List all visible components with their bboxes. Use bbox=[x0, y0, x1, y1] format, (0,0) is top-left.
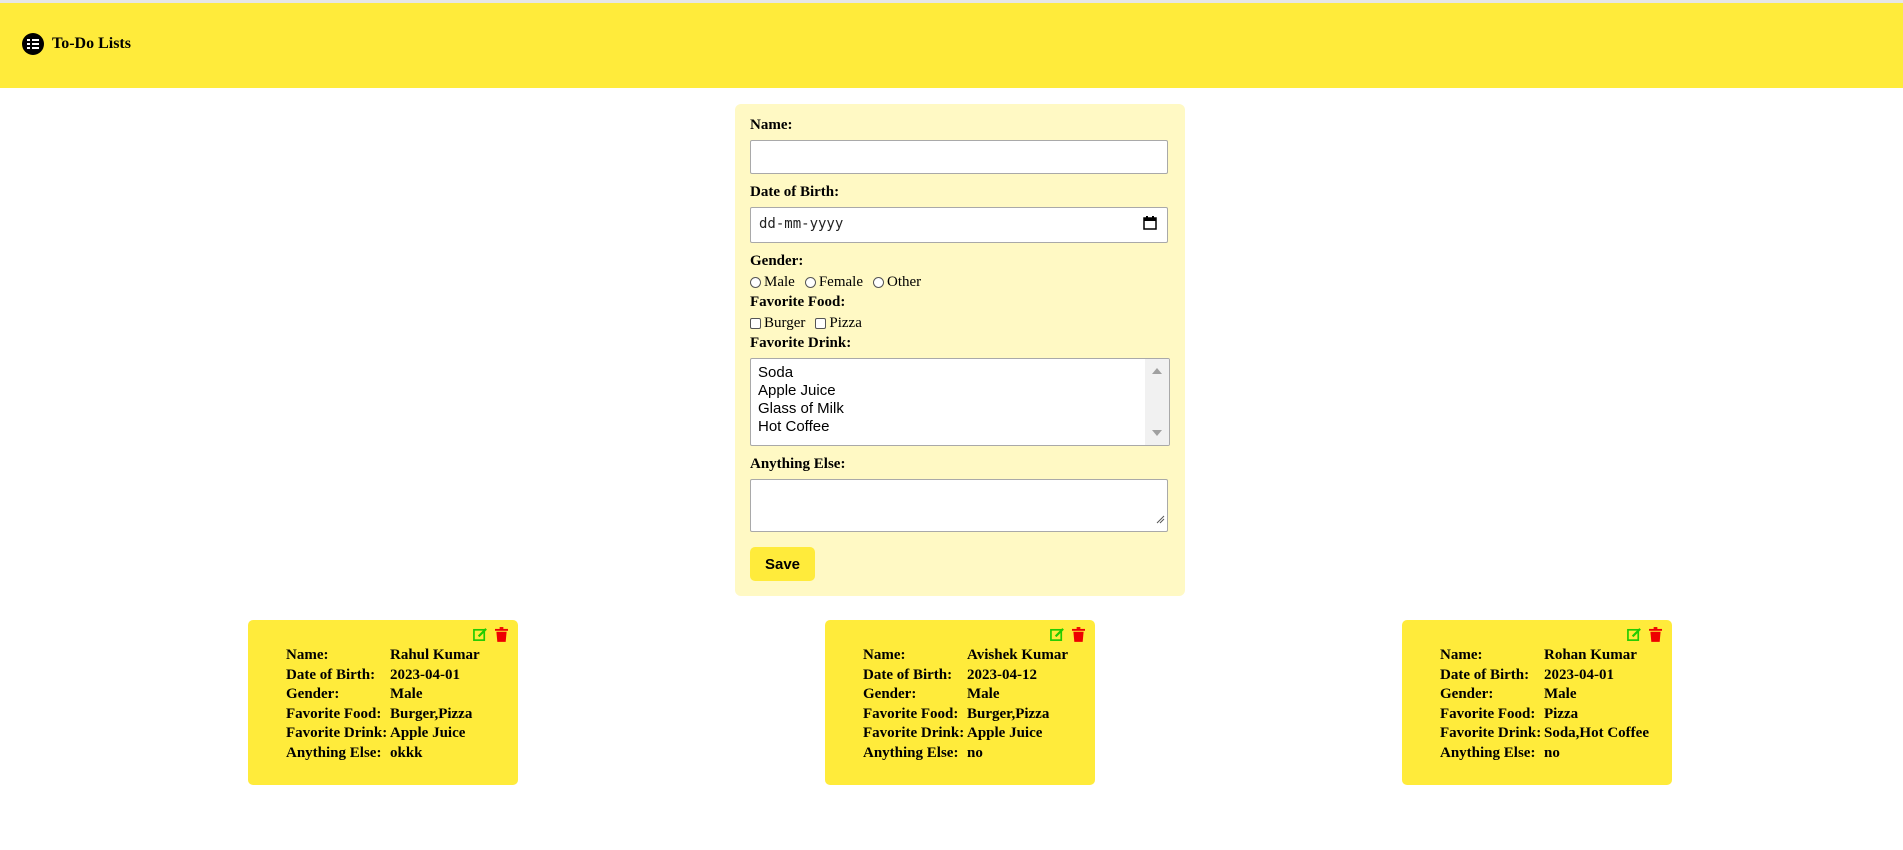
card-drink-value: Soda,Hot Coffee bbox=[1544, 725, 1649, 742]
entry-card: Name: Rahul Kumar Date of Birth: 2023-04-0… bbox=[248, 620, 518, 785]
card-name-value: Rahul Kumar bbox=[390, 647, 480, 663]
else-textarea[interactable] bbox=[750, 479, 1168, 532]
edit-icon[interactable] bbox=[473, 627, 488, 647]
drink-option[interactable]: Glass of Milk bbox=[758, 400, 844, 418]
card-dob-value: 2023-04-01 bbox=[1544, 666, 1614, 683]
card-else-value: no bbox=[967, 744, 983, 761]
card-drink-label: Favorite Drink: bbox=[863, 725, 965, 742]
card-name-value: Avishek Kumar bbox=[967, 647, 1068, 663]
drink-option[interactable]: Soda bbox=[758, 364, 844, 382]
app-title: To-Do Lists bbox=[52, 35, 131, 52]
entry-form: Name: Date of Birth: dd-mm-yyyy Gender: … bbox=[735, 104, 1185, 596]
card-else-label: Anything Else: bbox=[863, 744, 959, 761]
card-dob-label: Date of Birth: bbox=[1440, 666, 1530, 683]
name-label: Name: bbox=[750, 117, 793, 133]
card-name-label: Name: bbox=[863, 647, 906, 663]
card-dob-value: 2023-04-01 bbox=[390, 666, 460, 683]
card-else-value: no bbox=[1544, 744, 1560, 761]
drink-option[interactable]: Apple Juice bbox=[758, 382, 844, 400]
entry-card: Name: Avishek Kumar Date of Birth: 2023-04… bbox=[825, 620, 1095, 785]
delete-icon[interactable] bbox=[495, 627, 508, 647]
card-drink-label: Favorite Drink: bbox=[1440, 725, 1542, 742]
dob-input[interactable]: dd-mm-yyyy bbox=[750, 207, 1168, 243]
card-food-value: Burger,Pizza bbox=[967, 705, 1050, 722]
edit-icon[interactable] bbox=[1627, 627, 1642, 647]
scroll-up-arrow-icon[interactable] bbox=[1152, 368, 1162, 374]
food-burger-checkbox[interactable] bbox=[750, 318, 761, 329]
drink-select[interactable]: Soda Apple Juice Glass of Milk Hot Coffe… bbox=[750, 358, 1170, 446]
card-food-label: Favorite Food: bbox=[286, 705, 382, 722]
card-dob-label: Date of Birth: bbox=[863, 666, 953, 683]
card-food-value: Pizza bbox=[1544, 705, 1579, 722]
gender-options: Male Female Other bbox=[750, 274, 931, 291]
card-else-value: okkk bbox=[390, 744, 423, 761]
card-details: Name: Avishek Kumar Date of Birth: 2023-04… bbox=[863, 646, 1068, 764]
edit-icon[interactable] bbox=[1050, 627, 1065, 647]
card-drink-value: Apple Juice bbox=[390, 725, 466, 742]
resize-grip-icon[interactable] bbox=[1155, 511, 1165, 529]
card-dob-value: 2023-04-12 bbox=[967, 666, 1037, 683]
brand[interactable]: To-Do Lists bbox=[22, 33, 131, 55]
gender-other-radio[interactable] bbox=[872, 277, 884, 288]
else-label: Anything Else: bbox=[750, 456, 846, 472]
card-details: Name: Rahul Kumar Date of Birth: 2023-04-0… bbox=[286, 646, 480, 764]
drink-options-list: Soda Apple Juice Glass of Milk Hot Coffe… bbox=[758, 364, 844, 436]
card-gender-value: Male bbox=[967, 686, 1000, 703]
name-input[interactable] bbox=[750, 140, 1168, 174]
card-drink-label: Favorite Drink: bbox=[286, 725, 388, 742]
drink-option[interactable]: Hot Coffee bbox=[758, 418, 844, 436]
food-pizza-label[interactable]: Pizza bbox=[829, 315, 861, 332]
card-name-value: Rohan Kumar bbox=[1544, 647, 1637, 663]
card-gender-value: Male bbox=[390, 686, 423, 703]
card-drink-value: Apple Juice bbox=[967, 725, 1043, 742]
entry-card: Name: Rohan Kumar Date of Birth: 2023-04-0… bbox=[1402, 620, 1672, 785]
gender-male-radio[interactable] bbox=[750, 277, 761, 288]
delete-icon[interactable] bbox=[1649, 627, 1662, 647]
food-pizza-checkbox[interactable] bbox=[815, 318, 827, 329]
drink-label: Favorite Drink: bbox=[750, 335, 852, 351]
calendar-icon[interactable] bbox=[1143, 216, 1157, 235]
card-gender-label: Gender: bbox=[1440, 686, 1494, 703]
card-food-label: Favorite Food: bbox=[863, 705, 959, 722]
food-label: Favorite Food: bbox=[750, 294, 846, 310]
card-dob-label: Date of Birth: bbox=[286, 666, 376, 683]
card-details: Name: Rohan Kumar Date of Birth: 2023-04-0… bbox=[1440, 646, 1649, 764]
card-name-label: Name: bbox=[286, 647, 329, 663]
dob-placeholder: dd-mm-yyyy bbox=[759, 216, 844, 232]
save-button[interactable]: Save bbox=[750, 547, 815, 581]
card-gender-label: Gender: bbox=[286, 686, 340, 703]
card-name-label: Name: bbox=[1440, 647, 1483, 663]
app-header: To-Do Lists bbox=[0, 3, 1903, 88]
scroll-down-arrow-icon[interactable] bbox=[1152, 430, 1162, 436]
card-gender-label: Gender: bbox=[863, 686, 917, 703]
delete-icon[interactable] bbox=[1072, 627, 1085, 647]
card-else-label: Anything Else: bbox=[286, 744, 382, 761]
food-options: Burger Pizza bbox=[750, 315, 872, 332]
gender-male-label[interactable]: Male bbox=[764, 274, 795, 291]
food-burger-label[interactable]: Burger bbox=[764, 315, 805, 332]
checklist-icon bbox=[22, 33, 44, 55]
gender-other-label[interactable]: Other bbox=[887, 274, 921, 291]
card-actions bbox=[473, 627, 508, 647]
card-actions bbox=[1627, 627, 1662, 647]
card-gender-value: Male bbox=[1544, 686, 1577, 703]
card-food-value: Burger,Pizza bbox=[390, 705, 473, 722]
dob-label: Date of Birth: bbox=[750, 184, 840, 200]
card-food-label: Favorite Food: bbox=[1440, 705, 1536, 722]
card-else-label: Anything Else: bbox=[1440, 744, 1536, 761]
gender-label: Gender: bbox=[750, 253, 804, 269]
drink-scrollbar[interactable] bbox=[1145, 359, 1169, 445]
card-actions bbox=[1050, 627, 1085, 647]
gender-female-label[interactable]: Female bbox=[819, 274, 863, 291]
gender-female-radio[interactable] bbox=[804, 277, 816, 288]
